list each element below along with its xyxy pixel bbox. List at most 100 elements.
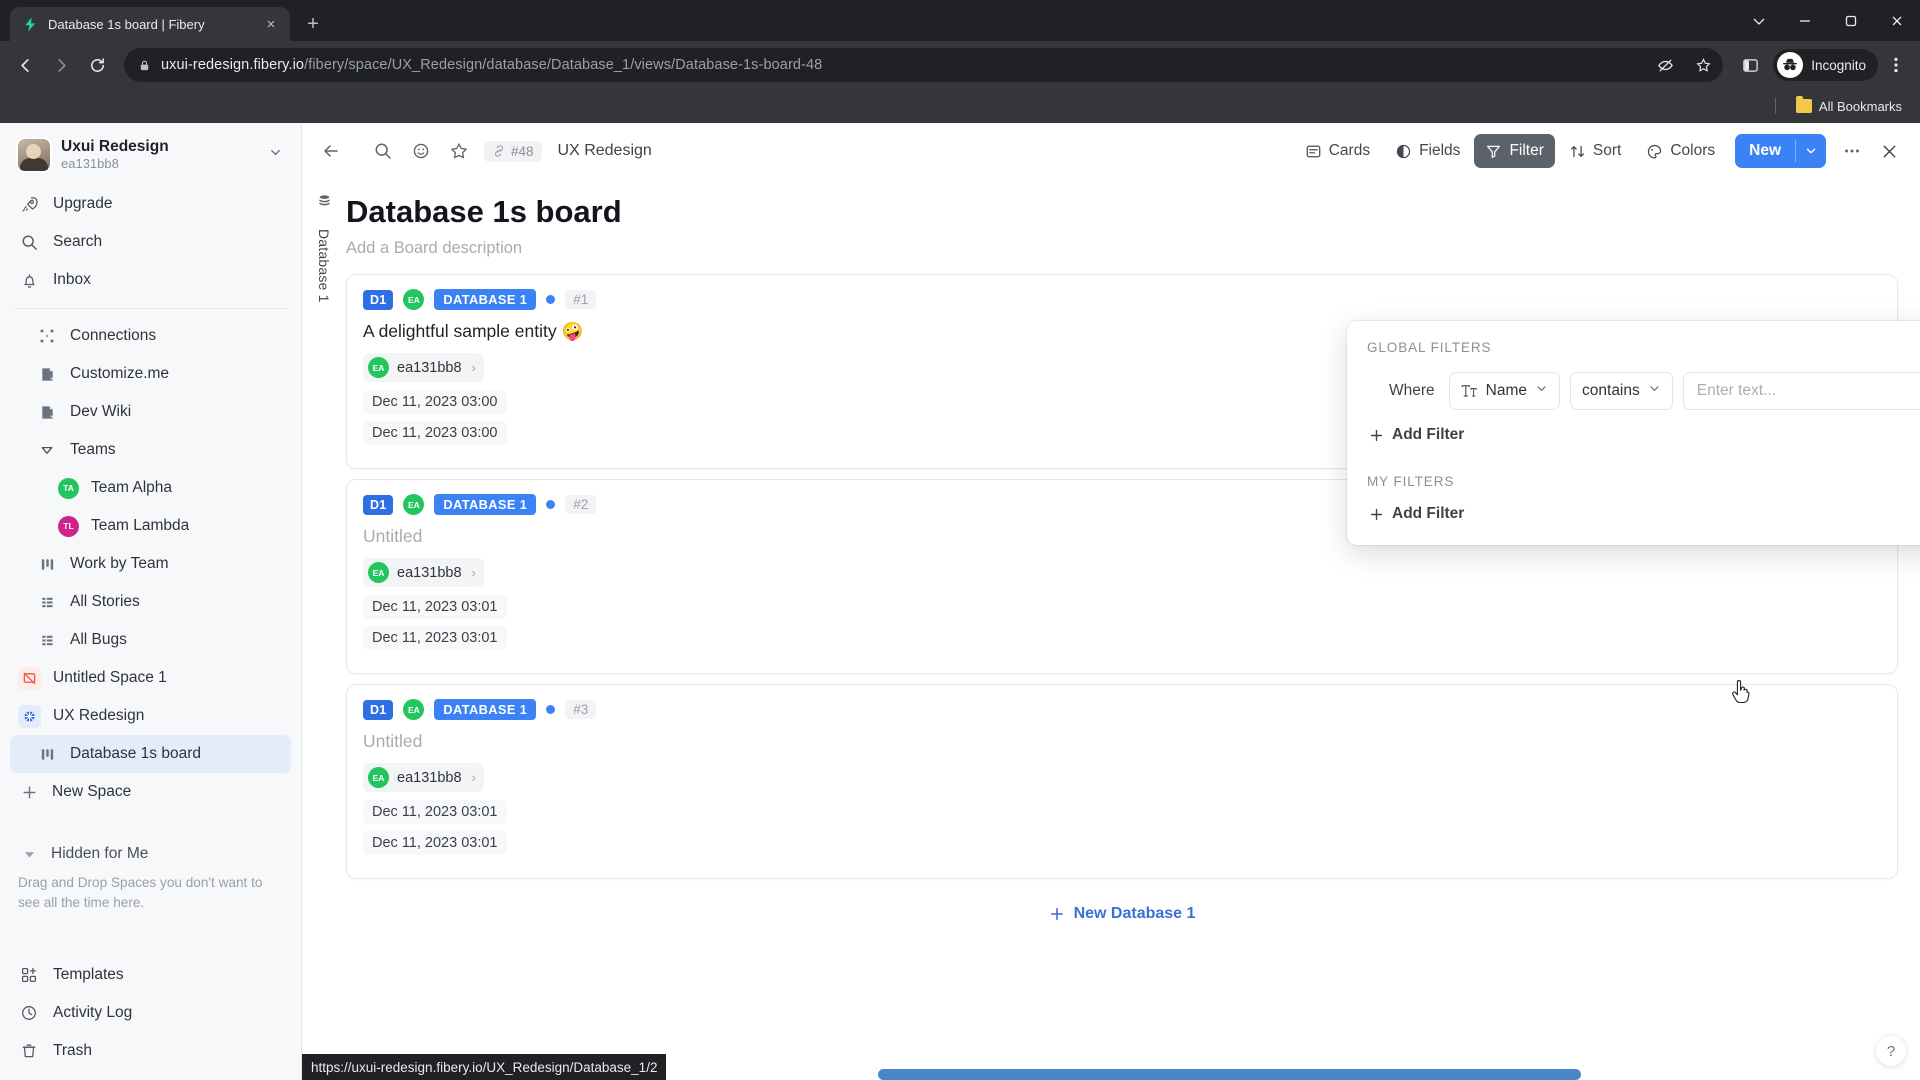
hidden-for-me-note: Drag and Drop Spaces you don't want to s…	[18, 875, 263, 910]
tab-colors[interactable]: Colors	[1635, 134, 1726, 168]
incognito-profile-button[interactable]: Incognito	[1773, 49, 1878, 81]
page-title[interactable]: Database 1s board	[346, 179, 1898, 230]
workspace-switcher[interactable]: Uxui Redesign ea131bb8	[0, 123, 301, 185]
board-description-placeholder[interactable]: Add a Board description	[346, 230, 1898, 274]
add-my-filter-button[interactable]: Add Filter	[1367, 505, 1920, 523]
all-bookmarks-button[interactable]: All Bookmarks	[1790, 96, 1908, 117]
chevron-down-icon	[36, 442, 58, 458]
star-icon[interactable]	[442, 134, 476, 168]
tab-cards[interactable]: Cards	[1294, 134, 1381, 168]
sidebar-label: Database 1s board	[70, 745, 201, 763]
tab-label: Filter	[1509, 142, 1544, 159]
assignee-chip[interactable]: EA ea131bb8 ›	[363, 558, 484, 588]
rocket-icon	[18, 195, 40, 214]
sidebar-item-templates[interactable]: Templates	[10, 956, 291, 994]
help-button[interactable]: ?	[1876, 1036, 1906, 1066]
forward-button[interactable]	[44, 48, 78, 82]
address-bar[interactable]: uxui-redesign.fibery.io/fibery/space/UX_…	[124, 48, 1724, 82]
back-arrow-icon[interactable]	[314, 134, 348, 168]
sidebar-item-ux-redesign[interactable]: UX Redesign	[10, 697, 291, 735]
avatar: TA	[58, 477, 79, 499]
database-chip: D1	[363, 699, 394, 720]
add-filter-label: Add Filter	[1392, 426, 1465, 443]
sidebar-item-search[interactable]: Search	[10, 223, 291, 261]
hidden-for-me-header[interactable]: Hidden for Me	[10, 837, 291, 871]
sidebar-item-trash[interactable]: Trash	[10, 1032, 291, 1070]
filter-panel-header: GLOBAL FILTERS Filters on Views	[1367, 339, 1920, 356]
sidebar-item-customize-me[interactable]: Customize.me	[10, 355, 291, 393]
date-field[interactable]: Dec 11, 2023 03:00	[363, 390, 507, 415]
database-stack-icon[interactable]	[316, 193, 333, 215]
divider	[1774, 98, 1776, 114]
sidebar-item-team-lambda[interactable]: TL Team Lambda	[10, 507, 291, 545]
tab-search-icon[interactable]	[1736, 0, 1782, 41]
sidebar-item-inbox[interactable]: Inbox	[10, 261, 291, 299]
breadcrumb[interactable]: UX Redesign	[558, 142, 652, 160]
filter-field-select[interactable]: Name	[1448, 372, 1561, 410]
avatar: EA	[368, 767, 389, 789]
sidebar-item-work-by-team[interactable]: Work by Team	[10, 545, 291, 583]
chevron-down-icon[interactable]	[1796, 144, 1826, 158]
date-field[interactable]: Dec 11, 2023 03:01	[363, 800, 507, 825]
type-chip: DATABASE 1	[434, 699, 537, 721]
more-icon[interactable]	[1835, 134, 1869, 168]
sidebar-item-activity-log[interactable]: Activity Log	[10, 994, 291, 1032]
tab-sort[interactable]: Sort	[1558, 134, 1632, 168]
filter-value-input[interactable]	[1682, 372, 1920, 410]
browser-tab[interactable]: Database 1s board | Fibery ×	[10, 7, 290, 41]
date-field[interactable]: Dec 11, 2023 03:01	[363, 595, 507, 620]
search-icon[interactable]	[366, 134, 400, 168]
tab-title: Database 1s board | Fibery	[48, 16, 205, 32]
window-close-icon[interactable]	[1874, 0, 1920, 41]
sidebar-item-all-stories[interactable]: All Stories	[10, 583, 291, 621]
sort-icon	[1570, 145, 1584, 157]
sidebar-item-all-bugs[interactable]: All Bugs	[10, 621, 291, 659]
hidden-for-me-title: Hidden for Me	[51, 845, 149, 863]
back-button[interactable]	[8, 48, 42, 82]
sidebar-item-dev-wiki[interactable]: Dev Wiki	[10, 393, 291, 431]
sidebar-item-connections[interactable]: Connections	[10, 317, 291, 355]
board-icon	[36, 556, 58, 573]
sidebar-item-untitled-space-1[interactable]: Untitled Space 1	[10, 659, 291, 697]
emoji-icon[interactable]	[404, 134, 438, 168]
bookmark-star-icon[interactable]	[1689, 51, 1717, 79]
close-view-icon[interactable]	[1872, 134, 1906, 168]
maximize-icon[interactable]	[1828, 0, 1874, 41]
sidebar-item-team-alpha[interactable]: TA Team Alpha	[10, 469, 291, 507]
sidebar-label: Search	[53, 233, 103, 251]
add-global-filter-button[interactable]: Add Filter	[1367, 426, 1920, 444]
tab-filter[interactable]: Filter	[1474, 134, 1555, 168]
sidebar-item-upgrade[interactable]: Upgrade	[10, 185, 291, 223]
status-dot	[546, 705, 556, 715]
date-field[interactable]: Dec 11, 2023 03:00	[363, 421, 507, 446]
sidebar-item-database-1s-board[interactable]: Database 1s board	[10, 735, 291, 774]
side-panel-icon[interactable]	[1733, 48, 1767, 82]
date-field[interactable]: Dec 11, 2023 03:01	[363, 626, 507, 651]
board-card[interactable]: D1 EA DATABASE 1 #3 Untitled EA ea131bb8…	[346, 684, 1898, 880]
new-button[interactable]: New	[1735, 134, 1826, 168]
reference-badge[interactable]: #48	[484, 140, 542, 162]
minimize-icon[interactable]	[1782, 0, 1828, 41]
new-entity-button[interactable]: New Database 1	[346, 889, 1898, 933]
sidebar-item-new-space[interactable]: New Space	[10, 773, 291, 811]
chevron-down-icon[interactable]	[268, 145, 289, 165]
chrome-menu-icon[interactable]	[1880, 48, 1912, 82]
workspace-avatar	[18, 139, 50, 172]
card-title[interactable]: Untitled	[363, 731, 1881, 752]
reload-button[interactable]	[80, 48, 114, 82]
global-filters-title: GLOBAL FILTERS	[1367, 340, 1492, 355]
avatar: EA	[368, 562, 389, 584]
url-domain: uxui-redesign.fibery.io	[161, 57, 305, 73]
new-tab-button[interactable]: +	[298, 9, 328, 39]
date-field[interactable]: Dec 11, 2023 03:01	[363, 831, 507, 856]
tab-close-icon[interactable]: ×	[260, 13, 282, 35]
assignee-chip[interactable]: EA ea131bb8 ›	[363, 763, 484, 793]
all-bookmarks-label: All Bookmarks	[1818, 98, 1902, 114]
hide-tracking-icon[interactable]	[1651, 51, 1679, 79]
tab-fields[interactable]: Fields	[1384, 134, 1471, 168]
main-area: #48 UX Redesign Cards Fields Filter Sort…	[302, 123, 1920, 1080]
assignee-chip[interactable]: EA ea131bb8 ›	[363, 353, 484, 383]
filter-operator-select[interactable]: contains	[1570, 372, 1673, 410]
horizontal-scrollbar[interactable]	[878, 1069, 1581, 1080]
sidebar-item-teams[interactable]: Teams	[10, 431, 291, 469]
